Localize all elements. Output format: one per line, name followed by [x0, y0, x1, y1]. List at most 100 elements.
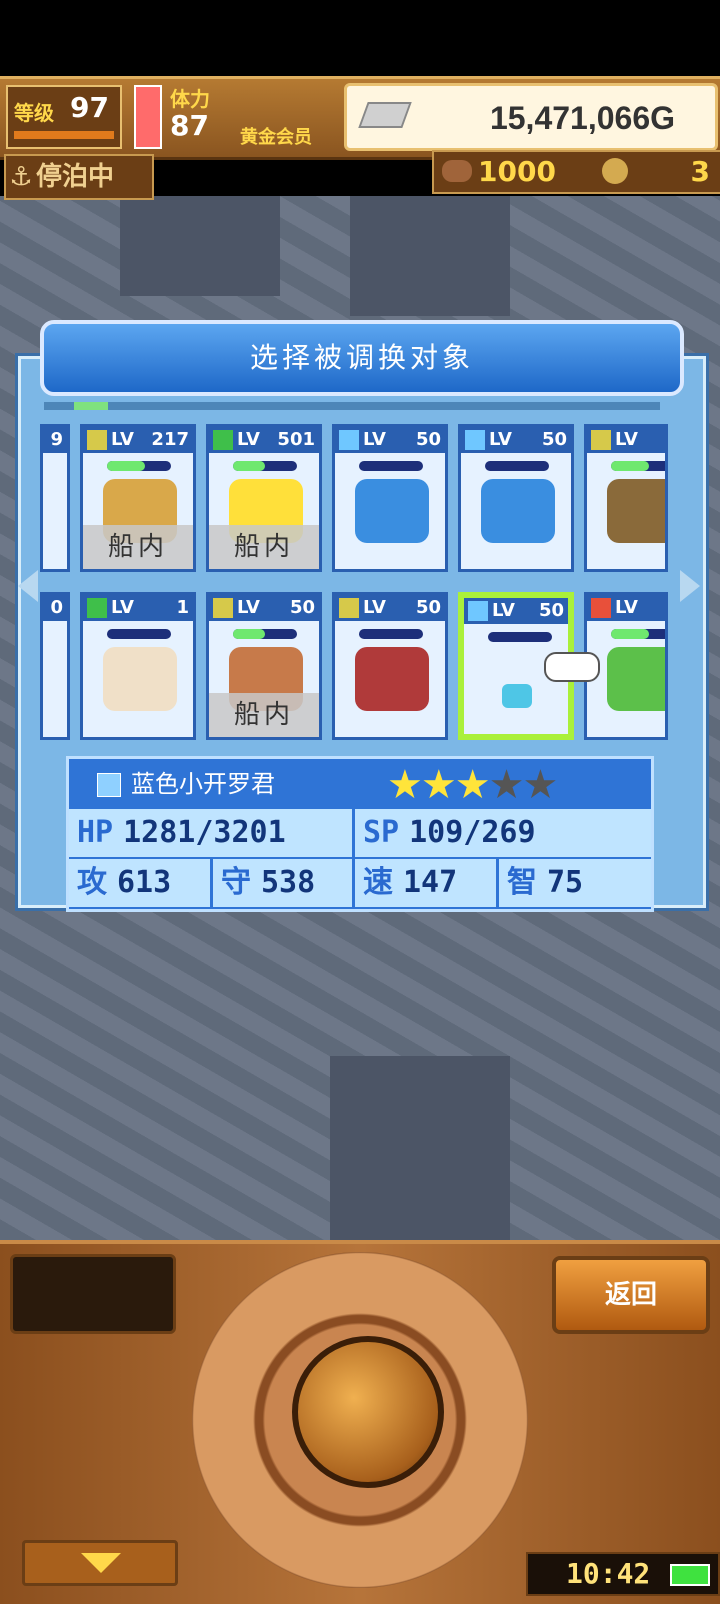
star-filled-icon: ★ [387, 762, 423, 808]
monster-sprite [355, 479, 429, 543]
pointing-hand-icon [544, 652, 600, 682]
card-level-label: LV [111, 429, 134, 450]
monster-card[interactable]: LV 50 [332, 592, 448, 740]
element-icon [465, 430, 485, 450]
level-box: 等级 97 [6, 85, 122, 149]
scroll-left-arrow-icon[interactable] [18, 570, 38, 602]
card-hp-bar [107, 629, 171, 639]
star-empty-icon: ★ [488, 762, 525, 808]
card-level-value: 50 [538, 600, 564, 621]
coin-count: 3 [690, 155, 710, 188]
card-header: LV 50 [209, 595, 319, 621]
element-water-icon [97, 773, 121, 797]
card-header: LV 217 [83, 427, 193, 453]
card-header: LV 1 [83, 595, 193, 621]
back-button[interactable]: 返回 [552, 1256, 710, 1334]
card-header: LV 50 [335, 427, 445, 453]
stamina-label: 体力 [170, 87, 210, 111]
money-box: 15,471,066G [344, 83, 718, 151]
status-bar [0, 0, 720, 76]
coin-icon [602, 158, 628, 184]
stat-hp: HP 1281/3201 [69, 809, 355, 857]
monster-sprite [607, 647, 665, 711]
card-partial-left-top[interactable]: 9 [40, 424, 70, 572]
docking-status-text: 停泊中 [36, 162, 115, 192]
card-partial-left-bottom[interactable]: 0 [40, 592, 70, 740]
membership-label: 黄金会员 [240, 127, 312, 148]
card-hp-bar [611, 461, 665, 471]
top-hud: 等级 97 体力 87 黄金会员 15,471,066G [0, 76, 720, 160]
star-filled-icon: ★ [454, 762, 491, 808]
dpad-center-button[interactable] [292, 1336, 444, 1488]
card-hp-bar [611, 629, 665, 639]
card-level-value: 50 [415, 429, 441, 450]
mini-screen [10, 1254, 176, 1334]
stamina-value: 87 [170, 109, 209, 142]
card-level-value: 501 [277, 429, 315, 450]
element-icon [87, 598, 107, 618]
monster-sprite [607, 479, 665, 543]
medal-icon [442, 160, 472, 182]
monster-card[interactable]: LV 1 [80, 592, 196, 740]
card-header: LV 50 [464, 598, 568, 624]
card-hp-bar [485, 461, 549, 471]
scroll-thumb[interactable] [74, 402, 108, 410]
stat-row-2: 攻 613 守 538 速 147 智 75 [69, 859, 651, 907]
level-label: 等级 [14, 101, 54, 125]
in-ship-label: 船内 [209, 693, 319, 737]
card-level-value: 50 [541, 429, 567, 450]
stat-intelligence: 智 75 [507, 865, 584, 900]
card-header: LV 501 [209, 427, 319, 453]
element-icon [87, 430, 107, 450]
rarity-stars: ★★★★★ [387, 762, 558, 808]
scroll-right-arrow-icon[interactable] [680, 570, 700, 602]
stamina-box: 体力 87 黄金会员 [166, 83, 334, 149]
monster-card[interactable]: LV 50 [332, 424, 448, 572]
stat-sp: SP 109/269 [363, 815, 536, 850]
card-level-label: LV [111, 597, 134, 618]
card-level-value: 50 [415, 597, 441, 618]
monster-sprite [481, 479, 555, 543]
card-level-label: LV [363, 597, 386, 618]
star-empty-icon: ★ [522, 762, 558, 808]
card-level-label: LV [237, 597, 260, 618]
card-hp-bar [488, 632, 552, 642]
card-level-value: 50 [289, 597, 315, 618]
card-scrollbar[interactable] [44, 402, 660, 410]
card-hp-bar [233, 461, 297, 471]
monster-card[interactable]: LV 50 船内 [206, 592, 322, 740]
card-hp-bar [359, 461, 423, 471]
card-level-label: LV [615, 597, 638, 618]
monster-card[interactable]: LV 217 船内 [80, 424, 196, 572]
stat-attack: 攻 613 [69, 859, 213, 907]
card-hp-bar [107, 461, 171, 471]
card-level-label: LV [492, 600, 515, 621]
silver-ingot-icon [358, 102, 412, 128]
element-icon [591, 430, 611, 450]
level-exp-bar [14, 131, 114, 139]
docking-status: ⚓ 停泊中 [4, 154, 154, 200]
monster-sprite [103, 647, 177, 711]
stamina-gauge [134, 85, 162, 149]
card-level-label: LV [237, 429, 260, 450]
dialog-title: 选择被调换对象 [40, 320, 684, 396]
element-icon [213, 430, 233, 450]
card-header: LV [587, 595, 665, 621]
card-level-label: LV [615, 429, 638, 450]
card-hp-bar [233, 629, 297, 639]
unit-name: 蓝色小开罗君 [131, 770, 275, 798]
stat-speed: 速 147 [355, 859, 499, 907]
monster-card[interactable]: LV 50 [458, 424, 574, 572]
monster-card[interactable]: LV 501 船内 [206, 424, 322, 572]
chevron-down-icon [81, 1553, 121, 1573]
money-value: 15,471,066G [489, 100, 675, 136]
card-header: LV [587, 427, 665, 453]
element-icon [213, 598, 233, 618]
monster-card[interactable]: LV [584, 424, 668, 572]
element-icon [339, 430, 359, 450]
clock-display: 10:42 [526, 1552, 720, 1596]
battery-icon [670, 1564, 710, 1586]
menu-down-button[interactable] [22, 1540, 178, 1586]
card-header: LV 50 [335, 595, 445, 621]
anchor-icon: ⚓ [9, 162, 33, 192]
